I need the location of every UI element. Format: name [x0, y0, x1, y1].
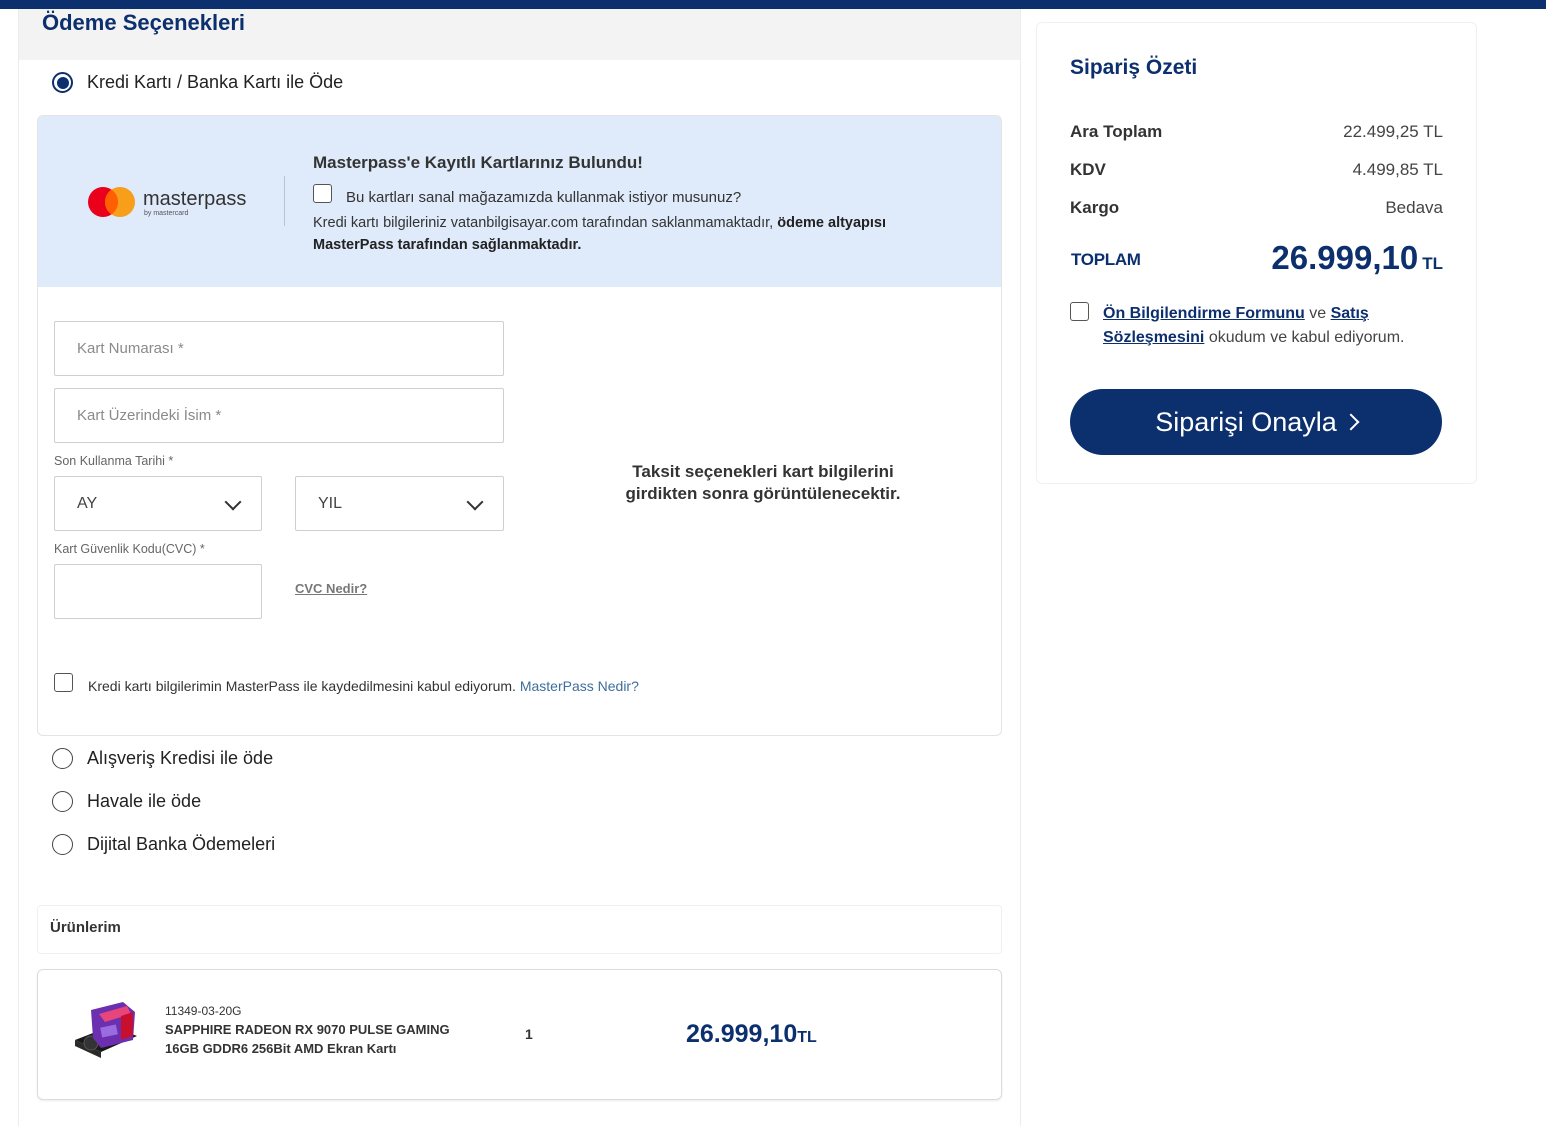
graphics-card-image	[75, 1002, 137, 1058]
agreement-connector: ve	[1304, 305, 1331, 322]
chevron-down-icon	[466, 493, 484, 511]
shipping-label: Kargo	[1070, 198, 1120, 217]
radio-credit-card-label[interactable]: Kredi Kartı / Banka Kartı ile Öde	[87, 72, 343, 93]
masterpass-save-checkbox[interactable]	[54, 673, 73, 692]
confirm-order-button[interactable]: Siparişi Onayla	[1070, 389, 1442, 455]
radio-shopping-credit-label[interactable]: Alışveriş Kredisi ile öde	[87, 748, 273, 769]
total-currency: TL	[1422, 254, 1443, 273]
tax-value: 4.499,85 TL	[1352, 160, 1443, 179]
masterpass-logo: masterpass by mastercard	[88, 187, 246, 217]
masterpass-info-link[interactable]: MasterPass Nedir?	[520, 678, 639, 694]
total-value: 26.999,10 TL	[1271, 239, 1443, 277]
expiry-month-value: AY	[77, 495, 98, 512]
tax-label: KDV	[1070, 160, 1106, 179]
svg-text:masterpass: masterpass	[143, 188, 246, 210]
masterpass-divider	[284, 176, 285, 226]
masterpass-save-text: Kredi kartı bilgilerimin MasterPass ile …	[88, 678, 639, 694]
payment-header: Ödeme Seçenekleri	[19, 9, 1020, 60]
product-price-value: 26.999,10	[686, 1020, 798, 1048]
card-number-input[interactable]: Kart Numarası *	[54, 321, 504, 376]
radio-shopping-credit[interactable]	[52, 748, 73, 769]
product-row: 11349-03-20G SAPPHIRE RADEON RX 9070 PUL…	[37, 969, 1002, 1100]
radio-digital-bank-label[interactable]: Dijital Banka Ödemeleri	[87, 834, 275, 855]
masterpass-banner: masterpass by mastercard Masterpass'e Ka…	[38, 116, 1001, 287]
radio-bank-transfer-label[interactable]: Havale ile öde	[87, 791, 201, 812]
expiry-year-value: YIL	[318, 495, 343, 512]
product-quantity: 1	[525, 1026, 533, 1042]
cvc-info-link[interactable]: CVC Nedir?	[295, 581, 367, 596]
confirm-order-label: Siparişi Onayla	[1155, 407, 1337, 437]
payment-panel: Ödeme Seçenekleri Kredi Kartı / Banka Ka…	[18, 9, 1021, 1126]
chevron-right-icon	[1342, 413, 1360, 431]
expiry-month-select[interactable]: AY	[54, 476, 262, 531]
product-price: 26.999,10TL	[686, 1020, 817, 1049]
radio-digital-bank[interactable]	[52, 834, 73, 855]
product-name[interactable]: SAPPHIRE RADEON RX 9070 PULSE GAMING 16G…	[165, 1020, 450, 1058]
agreement-checkbox[interactable]	[1070, 302, 1089, 321]
product-sku: 11349-03-20G	[165, 1004, 242, 1018]
masterpass-note-text: Kredi kartı bilgileriniz vatanbilgisayar…	[313, 215, 778, 231]
agreement-text: Ön Bilgilendirme Formunu ve Satış Sözleş…	[1103, 302, 1443, 350]
masterpass-note: Kredi kartı bilgileriniz vatanbilgisayar…	[313, 212, 953, 256]
shipping-value: Bedava	[1385, 198, 1443, 217]
svg-text:by mastercard: by mastercard	[144, 210, 188, 217]
masterpass-save-label: Kredi kartı bilgilerimin MasterPass ile …	[88, 678, 516, 694]
total-amount: 26.999,10	[1271, 239, 1419, 276]
cvc-label: Kart Güvenlik Kodu(CVC) *	[54, 542, 205, 556]
radio-credit-card[interactable]	[52, 72, 73, 93]
masterpass-title: Masterpass'e Kayıtlı Kartlarınız Bulundu…	[313, 153, 643, 172]
card-name-placeholder: Kart Üzerindeki İsim *	[77, 407, 222, 424]
cvc-input[interactable]	[54, 564, 262, 619]
masterpass-use-cards-checkbox[interactable]	[313, 184, 332, 203]
payment-title: Ödeme Seçenekleri	[42, 10, 246, 35]
subtotal-label: Ara Toplam	[1070, 122, 1163, 141]
chevron-down-icon	[224, 493, 242, 511]
product-price-currency: TL	[797, 1029, 817, 1046]
products-title: Ürünlerim	[50, 919, 121, 936]
card-number-placeholder: Kart Numarası *	[77, 340, 184, 357]
order-summary-panel: Sipariş Özeti Ara Toplam 22.499,25 TL KD…	[1036, 22, 1477, 484]
installment-note: Taksit seçenekleri kart bilgilerini gird…	[625, 462, 901, 503]
products-header: Ürünlerim	[37, 905, 1002, 954]
radio-bank-transfer[interactable]	[52, 791, 73, 812]
credit-card-section: masterpass by mastercard Masterpass'e Ka…	[37, 115, 1002, 736]
summary-title: Sipariş Özeti	[1070, 56, 1198, 79]
expiry-year-select[interactable]: YIL	[295, 476, 504, 531]
top-bar	[0, 0, 1546, 9]
subtotal-value: 22.499,25 TL	[1343, 122, 1443, 141]
masterpass-question: Bu kartları sanal mağazamızda kullanmak …	[346, 189, 742, 206]
expiry-label: Son Kullanma Tarihi *	[54, 454, 174, 468]
preliminary-info-link[interactable]: Ön Bilgilendirme Formunu	[1103, 305, 1305, 322]
agreement-tail: okudum ve kabul ediyorum.	[1204, 329, 1405, 346]
total-label: TOPLAM	[1071, 250, 1141, 269]
card-name-input[interactable]: Kart Üzerindeki İsim *	[54, 388, 504, 443]
